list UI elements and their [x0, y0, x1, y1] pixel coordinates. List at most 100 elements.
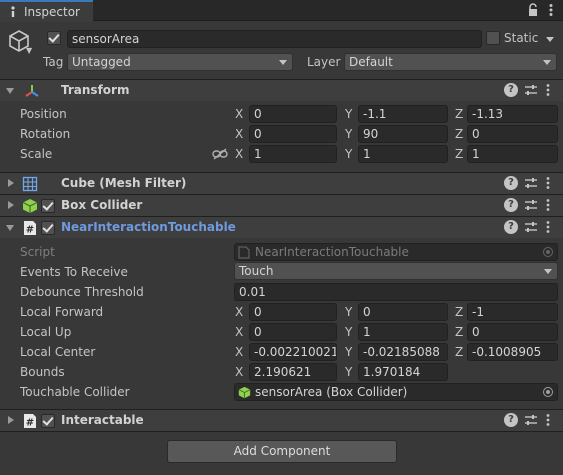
help-icon[interactable]: ? — [504, 83, 518, 97]
tab-label: Inspector — [24, 5, 80, 19]
chevron-down-icon — [279, 60, 287, 65]
script-file-icon — [238, 246, 250, 259]
script-label: Script — [20, 245, 55, 259]
script-object-field: NearInteractionTouchable — [234, 243, 558, 261]
kebab-menu-icon[interactable] — [545, 83, 551, 97]
events-to-receive-value: Touch — [239, 264, 274, 278]
kebab-menu-icon[interactable] — [545, 198, 551, 212]
axis-z-label: Z — [455, 107, 464, 121]
interactable-header[interactable]: # Interactable ? — [0, 409, 563, 431]
chevron-down-icon — [544, 269, 552, 274]
object-name-input[interactable]: sensorArea — [67, 30, 482, 48]
axis-z-label: Z — [455, 325, 464, 339]
local-forward-x-input[interactable]: 0 — [249, 303, 337, 321]
svg-text:#: # — [26, 225, 34, 236]
presets-sliders-icon[interactable] — [524, 176, 538, 190]
mesh-filter-title: Cube (Mesh Filter) — [61, 176, 187, 190]
box-collider-title: Box Collider — [61, 198, 143, 212]
transform-header[interactable]: Transform ? — [0, 79, 563, 101]
layer-label: Layer — [307, 55, 341, 69]
layer-dropdown[interactable]: Default — [344, 53, 557, 71]
object-picker-icon[interactable] — [543, 387, 553, 397]
object-picker-icon — [543, 247, 553, 257]
lock-icon[interactable] — [526, 3, 540, 17]
local-forward-label: Local Forward — [20, 305, 104, 319]
box-collider-icon — [22, 199, 38, 213]
script-value: NearInteractionTouchable — [255, 245, 409, 259]
chevron-down-icon — [543, 60, 551, 65]
presets-sliders-icon[interactable] — [524, 413, 538, 427]
mesh-filter-header[interactable]: Cube (Mesh Filter) ? — [0, 172, 563, 194]
scale-y-input[interactable]: 1 — [358, 145, 448, 163]
debounce-threshold-input[interactable]: 0.01 — [234, 283, 558, 301]
add-component-button[interactable]: Add Component — [167, 440, 397, 463]
foldout-open-icon[interactable] — [6, 88, 14, 94]
scale-z-input[interactable]: 1 — [467, 145, 558, 163]
help-icon[interactable]: ? — [504, 198, 518, 212]
static-dropdown-icon[interactable] — [546, 37, 554, 42]
tag-value: Untagged — [72, 55, 131, 69]
rotation-x-input[interactable]: 0 — [249, 125, 337, 143]
script-hash-icon: # — [24, 414, 36, 429]
local-up-z-input[interactable]: 0 — [467, 323, 558, 341]
foldout-closed-icon[interactable] — [8, 416, 14, 424]
near-interaction-enabled-checkbox[interactable] — [41, 221, 55, 235]
box-collider-header[interactable]: Box Collider ? — [0, 194, 563, 216]
presets-sliders-icon[interactable] — [524, 220, 538, 234]
bounds-y-input[interactable]: 1.970184 — [358, 363, 448, 381]
axis-z-label: Z — [455, 127, 464, 141]
presets-sliders-icon[interactable] — [524, 198, 538, 212]
presets-sliders-icon[interactable] — [524, 83, 538, 97]
foldout-closed-icon[interactable] — [8, 179, 14, 187]
kebab-menu-icon[interactable] — [545, 220, 551, 234]
local-center-x-input[interactable]: -0.002210021 — [249, 343, 337, 361]
help-icon[interactable]: ? — [504, 413, 518, 427]
scale-x-input[interactable]: 1 — [249, 145, 337, 163]
tag-label: Tag — [43, 55, 64, 69]
icon-dropdown-arrow-icon[interactable]: ▼ — [26, 46, 32, 55]
tag-dropdown[interactable]: Untagged — [67, 53, 293, 71]
axis-z-label: Z — [455, 305, 464, 319]
events-to-receive-dropdown[interactable]: Touch — [234, 262, 558, 280]
axis-x-label: X — [235, 365, 244, 379]
position-label: Position — [20, 107, 67, 121]
divider — [0, 431, 563, 432]
axis-x-label: X — [235, 305, 244, 319]
script-hash-icon: # — [24, 221, 36, 236]
position-y-input[interactable]: -1.1 — [358, 105, 448, 123]
local-forward-z-input[interactable]: -1 — [467, 303, 558, 321]
near-interaction-header[interactable]: # NearInteractionTouchable ? — [0, 216, 563, 238]
foldout-open-icon[interactable] — [6, 225, 14, 231]
tab-inspector[interactable]: Inspector — [0, 0, 93, 22]
axis-z-label: Z — [455, 147, 464, 161]
interactable-enabled-checkbox[interactable] — [41, 414, 55, 428]
axis-x-label: X — [235, 107, 244, 121]
help-icon[interactable]: ? — [504, 220, 518, 234]
axis-y-label: Y — [345, 325, 353, 339]
touchable-collider-value: sensorArea (Box Collider) — [255, 385, 408, 399]
rotation-y-input[interactable]: 90 — [358, 125, 448, 143]
rotation-z-input[interactable]: 0 — [467, 125, 558, 143]
local-forward-y-input[interactable]: 0 — [358, 303, 448, 321]
help-icon[interactable]: ? — [504, 176, 518, 190]
local-up-x-input[interactable]: 0 — [249, 323, 337, 341]
static-checkbox[interactable] — [486, 31, 500, 45]
local-center-z-input[interactable]: -0.1008905 — [467, 343, 558, 361]
foldout-closed-icon[interactable] — [8, 201, 14, 209]
constrain-proportions-link-icon[interactable] — [212, 148, 228, 160]
kebab-menu-icon[interactable] — [545, 3, 557, 17]
axis-y-label: Y — [345, 147, 353, 161]
local-up-y-input[interactable]: 1 — [358, 323, 448, 341]
active-checkbox[interactable] — [47, 31, 61, 45]
touchable-collider-field[interactable]: sensorArea (Box Collider) — [234, 383, 558, 401]
position-z-input[interactable]: -1.13 — [467, 105, 558, 123]
rotation-label: Rotation — [20, 127, 71, 141]
box-collider-enabled-checkbox[interactable] — [41, 199, 55, 213]
position-x-input[interactable]: 0 — [249, 105, 337, 123]
axis-x-label: X — [235, 147, 244, 161]
scale-label: Scale — [20, 147, 53, 161]
kebab-menu-icon[interactable] — [545, 413, 551, 427]
bounds-x-input[interactable]: 2.190621 — [249, 363, 337, 381]
local-center-y-input[interactable]: -0.02185088 — [358, 343, 448, 361]
kebab-menu-icon[interactable] — [545, 176, 551, 190]
